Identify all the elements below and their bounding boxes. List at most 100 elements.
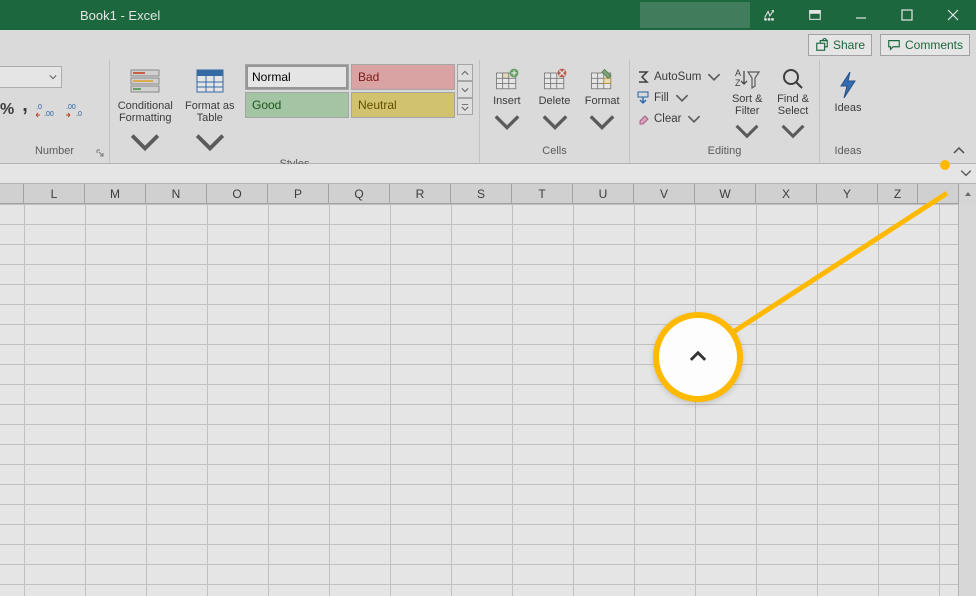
share-icon xyxy=(815,38,829,52)
chevron-down-icon xyxy=(780,118,806,144)
callout-magnifier xyxy=(653,312,743,402)
cells-group-label: Cells xyxy=(542,145,566,157)
format-as-table-icon xyxy=(194,66,226,98)
insert-cells-button[interactable]: Insert xyxy=(486,64,528,136)
svg-text:Z: Z xyxy=(735,78,741,88)
col-header[interactable]: U xyxy=(573,184,634,203)
quick-access-icon[interactable] xyxy=(746,0,792,30)
close-button[interactable] xyxy=(930,0,976,30)
increase-decimal-icon: .0.00 xyxy=(36,102,56,118)
chevron-down-icon xyxy=(541,108,569,136)
number-format-dropdown[interactable]: ral xyxy=(0,66,62,88)
autosum-button[interactable]: AutoSum xyxy=(636,68,721,86)
worksheet-grid[interactable] xyxy=(0,204,976,596)
title-blur-patch xyxy=(640,2,750,28)
col-header[interactable]: Y xyxy=(817,184,878,203)
format-as-table-button[interactable]: Format as Table xyxy=(181,64,240,158)
chevron-down-icon xyxy=(194,126,226,158)
maximize-button[interactable] xyxy=(884,0,930,30)
chevron-down-icon xyxy=(129,126,161,158)
cell-style-neutral[interactable]: Neutral xyxy=(351,92,455,118)
number-group-label: Number xyxy=(35,145,74,157)
eraser-icon xyxy=(636,112,650,126)
col-header[interactable]: X xyxy=(756,184,817,203)
clear-button[interactable]: Clear xyxy=(636,110,721,128)
col-header[interactable]: O xyxy=(207,184,268,203)
delete-cells-icon xyxy=(541,66,569,94)
minimize-button[interactable] xyxy=(838,0,884,30)
column-headers: L M N O P Q R S T U V W X Y Z xyxy=(0,184,976,204)
share-button[interactable]: Share xyxy=(808,34,872,56)
share-label: Share xyxy=(833,38,865,52)
col-header[interactable]: L xyxy=(24,184,85,203)
chevron-down-icon xyxy=(493,108,521,136)
chevron-down-icon xyxy=(49,73,57,81)
ideas-button[interactable]: Ideas xyxy=(835,64,862,114)
window-title: Book1 - Excel xyxy=(80,8,160,23)
sigma-icon xyxy=(636,70,650,84)
delete-cells-button[interactable]: Delete xyxy=(534,64,576,136)
cell-style-good[interactable]: Good xyxy=(245,92,349,118)
svg-text:.00: .00 xyxy=(44,111,54,118)
expand-formula-bar[interactable] xyxy=(960,166,972,184)
conditional-formatting-icon xyxy=(129,66,161,98)
chevron-down-icon xyxy=(687,112,701,126)
cell-styles-gallery: Normal Bad Good Neutral xyxy=(245,64,455,118)
decrease-decimal-button[interactable]: .00.0 xyxy=(66,102,88,118)
chevron-down-icon xyxy=(734,118,760,144)
group-ideas: Ideas Ideas xyxy=(820,60,876,163)
decrease-decimal-icon: .00.0 xyxy=(66,102,86,118)
conditional-formatting-label: Conditional Formatting xyxy=(116,100,175,124)
comments-label: Comments xyxy=(905,38,963,52)
format-cells-icon xyxy=(588,66,616,94)
chevron-down-icon xyxy=(707,70,721,84)
lightning-icon xyxy=(835,70,861,100)
col-header[interactable]: Z xyxy=(878,184,918,203)
col-header[interactable]: N xyxy=(146,184,207,203)
gallery-scroll-down[interactable] xyxy=(457,81,473,98)
gallery-more-button[interactable] xyxy=(457,98,473,115)
svg-text:.0: .0 xyxy=(36,104,42,111)
cell-style-normal[interactable]: Normal xyxy=(245,64,349,90)
fill-button[interactable]: Fill xyxy=(636,89,721,107)
scroll-up-button[interactable] xyxy=(958,184,976,204)
group-number: ral % , .0.00 .00.0 Number xyxy=(0,60,110,163)
insert-cells-icon xyxy=(493,66,521,94)
fill-down-icon xyxy=(636,91,650,105)
percent-style-button[interactable]: % xyxy=(0,101,14,119)
col-header[interactable]: P xyxy=(268,184,329,203)
comments-button[interactable]: Comments xyxy=(880,34,970,56)
find-select-button[interactable]: Find & Select xyxy=(773,64,813,144)
group-cells: Insert Delete xyxy=(480,60,630,163)
format-as-table-label: Format as Table xyxy=(181,100,240,124)
ideas-group-label: Ideas xyxy=(835,145,862,157)
ribbon: ral % , .0.00 .00.0 Number xyxy=(0,60,976,164)
conditional-formatting-button[interactable]: Conditional Formatting xyxy=(116,64,175,158)
comments-icon xyxy=(887,38,901,52)
vertical-scrollbar[interactable] xyxy=(958,204,976,596)
find-icon xyxy=(780,66,806,92)
svg-text:.0: .0 xyxy=(76,111,82,118)
col-header[interactable]: Q xyxy=(329,184,390,203)
collapse-ribbon-button[interactable] xyxy=(948,141,970,161)
col-header[interactable]: M xyxy=(85,184,146,203)
formula-bar[interactable] xyxy=(0,164,976,184)
svg-text:.00: .00 xyxy=(66,104,76,111)
comma-style-button[interactable]: , xyxy=(22,94,28,117)
format-cells-button[interactable]: Format xyxy=(581,64,623,136)
gallery-scroll-up[interactable] xyxy=(457,64,473,81)
col-header[interactable]: T xyxy=(512,184,573,203)
number-dialog-launcher[interactable] xyxy=(93,146,107,160)
col-header[interactable]: W xyxy=(695,184,756,203)
col-header[interactable]: S xyxy=(451,184,512,203)
col-header[interactable]: R xyxy=(390,184,451,203)
increase-decimal-button[interactable]: .0.00 xyxy=(36,102,58,118)
chevron-down-icon xyxy=(588,108,616,136)
collab-bar: Share Comments xyxy=(0,30,976,60)
col-header[interactable]: V xyxy=(634,184,695,203)
sort-filter-button[interactable]: AZ Sort & Filter xyxy=(727,64,767,144)
ribbon-display-icon[interactable] xyxy=(792,0,838,30)
col-header-blank[interactable] xyxy=(0,184,24,203)
cell-style-bad[interactable]: Bad xyxy=(351,64,455,90)
chevron-up-icon xyxy=(688,347,708,367)
